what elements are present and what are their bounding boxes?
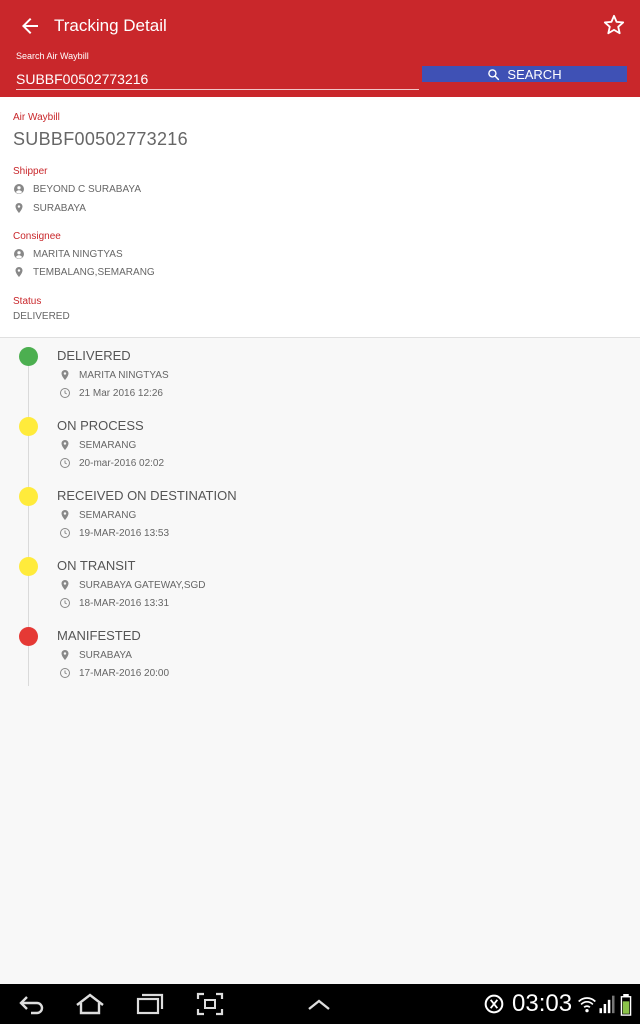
person-icon xyxy=(14,184,24,194)
location-pin-icon xyxy=(61,650,69,660)
timeline-time: 21 Mar 2016 12:26 xyxy=(79,387,163,399)
back-icon[interactable] xyxy=(18,992,46,1016)
awb-number: SUBBF00502773216 xyxy=(13,129,188,149)
timeline-location: SEMARANG xyxy=(79,509,137,521)
timeline-item: ON TRANSIT SURABAYA GATEWAY,SGD 18-MAR-201… xyxy=(0,548,640,618)
timeline-item: RECEIVED ON DESTINATION SEMARANG 19-MAR-20… xyxy=(0,478,640,548)
timeline-time-row: 21 Mar 2016 12:26 xyxy=(59,387,163,399)
clock-icon xyxy=(60,528,70,538)
shipper-name: BEYOND C SURABAYA xyxy=(33,183,141,195)
timeline-location: MARITA NINGTYAS xyxy=(79,369,169,381)
timeline-time-row: 18-MAR-2016 13:31 xyxy=(59,597,169,609)
timeline-location-row: SEMARANG xyxy=(59,439,136,451)
recent-apps-icon[interactable] xyxy=(135,992,165,1016)
timeline-status: MANIFESTED xyxy=(57,628,141,643)
timeline-status: ON PROCESS xyxy=(57,418,144,433)
timeline-time: 19-MAR-2016 13:53 xyxy=(79,527,170,539)
status-dot xyxy=(19,627,38,646)
timeline-status: RECEIVED ON DESTINATION xyxy=(57,488,237,503)
chevron-up-icon[interactable] xyxy=(306,992,332,1016)
location-pin-icon xyxy=(15,267,23,277)
timeline-time-row: 20-mar-2016 02:02 xyxy=(59,457,164,469)
back-arrow-icon[interactable] xyxy=(18,14,42,38)
clock-icon xyxy=(60,458,70,468)
consignee-name: MARITA NINGTYAS xyxy=(33,248,123,260)
timeline-location: SURABAYA xyxy=(79,649,132,661)
clock-icon xyxy=(60,598,70,608)
timeline-location-row: MARITA NINGTYAS xyxy=(59,369,169,381)
timeline-item: DELIVERED MARITA NINGTYAS 21 Mar 2016 12:2… xyxy=(0,338,640,408)
person-icon xyxy=(14,249,24,259)
clock-icon xyxy=(60,668,70,678)
shipper-city-row: SURABAYA xyxy=(13,202,86,214)
consignee-name-row: MARITA NINGTYAS xyxy=(13,248,123,260)
home-icon[interactable] xyxy=(74,992,106,1016)
timeline-status: ON TRANSIT xyxy=(57,558,136,573)
notification-status-icon xyxy=(484,994,504,1014)
status-clock: 03:03 xyxy=(512,990,573,1017)
timeline-location-row: SURABAYA xyxy=(59,649,132,661)
shipment-details: Air Waybill SUBBF00502773216 Shipper BEY… xyxy=(0,97,640,337)
search-icon xyxy=(488,68,500,80)
screenshot-icon[interactable] xyxy=(196,992,224,1016)
location-pin-icon xyxy=(61,580,69,590)
shipper-city: SURABAYA xyxy=(33,202,86,214)
shipper-name-row: BEYOND C SURABAYA xyxy=(13,183,141,195)
signal-icon xyxy=(599,995,615,1014)
awb-label: Air Waybill xyxy=(13,112,60,123)
timeline-location: SURABAYA GATEWAY,SGD xyxy=(79,579,206,591)
search-label: Search Air Waybill xyxy=(16,51,89,61)
timeline-time: 18-MAR-2016 13:31 xyxy=(79,597,170,609)
status-value: DELIVERED xyxy=(13,311,70,322)
search-button-label: SEARCH xyxy=(507,66,562,82)
timeline-item: MANIFESTED SURABAYA 17-MAR-2016 20:00 xyxy=(0,618,640,688)
app-bar: Tracking Detail Search Air Waybill SEARC… xyxy=(0,0,640,97)
timeline-status: DELIVERED xyxy=(57,348,131,363)
timeline-time-row: 17-MAR-2016 20:00 xyxy=(59,667,169,679)
status-dot xyxy=(19,557,38,576)
location-pin-icon xyxy=(61,510,69,520)
timeline-time: 20-mar-2016 02:02 xyxy=(79,457,165,469)
wifi-icon xyxy=(578,997,596,1013)
location-pin-icon xyxy=(61,370,69,380)
search-button[interactable]: SEARCH xyxy=(422,66,627,82)
location-pin-icon xyxy=(15,203,23,213)
battery-icon xyxy=(620,994,632,1016)
timeline-item: ON PROCESS SEMARANG 20-mar-2016 02:02 xyxy=(0,408,640,478)
consignee-label: Consignee xyxy=(13,231,61,242)
timeline-time: 17-MAR-2016 20:00 xyxy=(79,667,170,679)
star-icon[interactable] xyxy=(603,14,625,36)
timeline-location-row: SURABAYA GATEWAY,SGD xyxy=(59,579,206,591)
status-dot xyxy=(19,417,38,436)
consignee-city: TEMBALANG,SEMARANG xyxy=(33,266,155,278)
timeline-location: SEMARANG xyxy=(79,439,137,451)
clock-icon xyxy=(60,388,70,398)
system-nav-bar: 03:03 xyxy=(0,984,640,1024)
page-title: Tracking Detail xyxy=(54,16,167,35)
status-label: Status xyxy=(13,296,42,307)
status-dot xyxy=(19,487,38,506)
consignee-city-row: TEMBALANG,SEMARANG xyxy=(13,266,155,278)
shipper-label: Shipper xyxy=(13,166,48,177)
status-dot xyxy=(19,347,38,366)
search-input[interactable] xyxy=(16,68,419,90)
timeline-time-row: 19-MAR-2016 13:53 xyxy=(59,527,169,539)
location-pin-icon xyxy=(61,440,69,450)
timeline-location-row: SEMARANG xyxy=(59,509,136,521)
